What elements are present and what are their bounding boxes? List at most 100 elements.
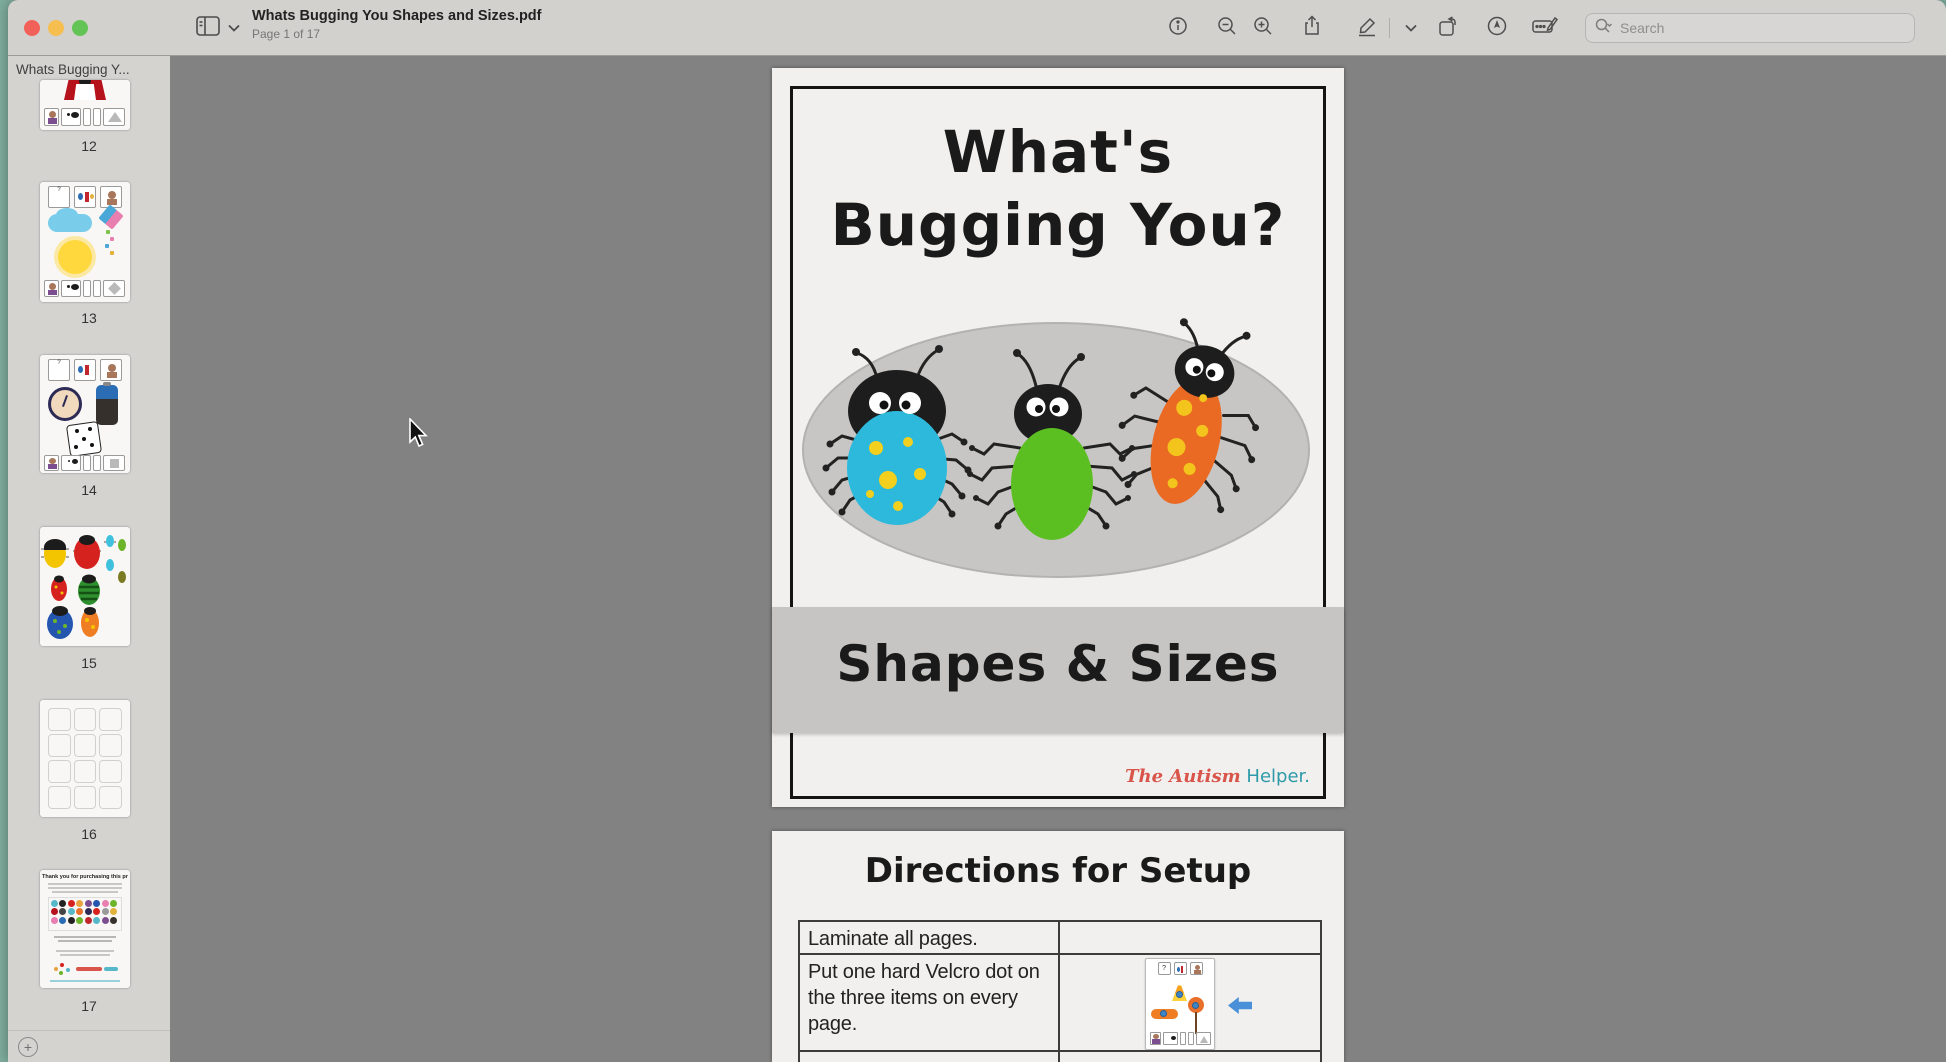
share-button[interactable]	[1295, 13, 1329, 43]
table-cell-illustration	[1058, 1052, 1320, 1062]
icon-card-a-small-bug	[61, 455, 81, 471]
cover-title-line2: Bugging You?	[772, 189, 1344, 262]
preview-window: Whats Bugging You Shapes and Sizes.pdf P…	[8, 0, 1946, 1062]
icon-card-a-big-bug	[1163, 1032, 1178, 1045]
text-line	[54, 936, 116, 938]
icon-card-triangle	[103, 108, 125, 126]
markup-button[interactable]	[1480, 13, 1514, 43]
add-page-button[interactable]: +	[18, 1037, 38, 1057]
zoom-out-button[interactable]	[1210, 13, 1244, 43]
document-title-block: Whats Bugging You Shapes and Sizes.pdf P…	[252, 8, 812, 41]
table-cell-illustration	[1058, 922, 1320, 953]
text-line	[56, 950, 114, 952]
fullscreen-button[interactable]	[72, 20, 88, 36]
icon-card-diamond	[103, 280, 125, 297]
rotate-button[interactable]	[1431, 13, 1465, 43]
kite-tail-dot	[110, 237, 114, 241]
zoom-in-button[interactable]	[1246, 13, 1280, 43]
icon-card-you	[1190, 962, 1203, 975]
text-line	[58, 940, 112, 942]
icon-card-bugging	[74, 186, 96, 208]
icon-card-whats: ?	[48, 359, 70, 381]
battery-tip	[103, 382, 111, 386]
info-button[interactable]	[1161, 13, 1195, 43]
instruction-text: Put one hard Velcro dot on	[808, 959, 1050, 985]
velcro-dot	[1176, 991, 1183, 998]
titlebar: Whats Bugging You Shapes and Sizes.pdf P…	[8, 0, 1946, 56]
directions-table: Laminate all pages. Put one hard Velcro …	[798, 920, 1322, 1062]
instruction-text: the three items on every	[808, 985, 1050, 1011]
table-row: Put one hard Velcro dot on the three ite…	[800, 955, 1320, 1052]
bugs-illustration	[792, 308, 1324, 608]
page-thumbnail-12[interactable]	[40, 80, 130, 130]
text-line	[48, 887, 122, 889]
blank-card-grid	[48, 708, 122, 809]
cover-title-line1: What's	[772, 116, 1344, 189]
icon-card-the	[1188, 1032, 1194, 1045]
thumbnail-label-16: 16	[8, 826, 170, 842]
dice-pip	[74, 445, 78, 449]
icon-card-on	[83, 280, 91, 297]
logo-text-autism: The Autism	[1125, 766, 1241, 787]
table-cell-instruction	[800, 1052, 1058, 1062]
page-thumbnail-17[interactable]: Thank you for purchasing this product!	[40, 870, 130, 988]
mini-logo-text	[76, 967, 102, 971]
page-thumbnail-16[interactable]	[40, 700, 130, 817]
pdf-page-2[interactable]: Directions for Setup Laminate all pages.…	[772, 831, 1344, 1062]
table-cell-illustration: ?	[1058, 955, 1320, 1050]
banner-title: Shapes & Sizes	[772, 635, 1344, 693]
sun-shape	[58, 240, 92, 274]
icon-card-whats: ?	[1158, 962, 1171, 975]
text-line	[52, 891, 118, 893]
sidebar-footer-separator	[8, 1030, 170, 1031]
icon-card-oh-no	[44, 280, 59, 297]
table-cell-instruction: Laminate all pages.	[800, 922, 1058, 953]
worksheet-example-thumbnail: ?	[1145, 958, 1215, 1050]
green-bug-body	[1011, 428, 1093, 540]
cover-title: What's Bugging You?	[772, 116, 1344, 262]
bag-cutout	[74, 84, 96, 100]
icon-card-the	[93, 455, 101, 471]
sidebar-icon	[196, 16, 220, 41]
zoom-in-icon	[1253, 16, 1273, 41]
form-fill-icon	[1532, 15, 1558, 42]
kite-tail-dot	[105, 244, 109, 248]
thumb17-title: Thank you for purchasing this product!	[42, 874, 128, 880]
text-line	[50, 980, 120, 982]
velcro-dot	[1192, 1002, 1199, 1009]
search-field[interactable]	[1585, 13, 1915, 43]
highlight-button[interactable]	[1350, 13, 1384, 43]
instruction-text: page.	[808, 1011, 1050, 1037]
thumbnail-label-17: 17	[8, 998, 170, 1014]
page-indicator: Page 1 of 17	[252, 27, 812, 41]
icon-card-oh-no	[1150, 1032, 1161, 1045]
kite-tail-dot	[110, 251, 114, 255]
page-thumbnail-14[interactable]: ?	[40, 355, 130, 473]
page-thumbnail-13[interactable]: ?	[40, 182, 130, 302]
instruction-text: Laminate all pages.	[808, 926, 1050, 952]
sidebar-document-name: Whats Bugging Y...	[16, 62, 164, 77]
table-cell-instruction: Put one hard Velcro dot on the three ite…	[800, 955, 1058, 1050]
document-view[interactable]: What's Bugging You?	[170, 56, 1946, 1062]
search-input[interactable]	[1620, 20, 1880, 36]
form-fill-button[interactable]	[1528, 13, 1562, 43]
search-icon	[1595, 18, 1613, 39]
close-button[interactable]	[24, 20, 40, 36]
icon-card-oh-no	[44, 108, 59, 126]
dice-pip	[88, 427, 92, 431]
icon-card-bugging	[74, 359, 96, 381]
left-arrow-icon	[1228, 997, 1252, 1014]
sidebar-toggle-button[interactable]	[196, 13, 254, 43]
icon-card-whats: ?	[48, 186, 70, 208]
minimize-button[interactable]	[48, 20, 64, 36]
pdf-page-1[interactable]: What's Bugging You?	[772, 68, 1344, 807]
page-thumbnail-15[interactable]	[40, 527, 130, 646]
zoom-out-icon	[1217, 16, 1237, 41]
thumbnail-label-15: 15	[8, 655, 170, 671]
icon-card-oh-no	[44, 455, 59, 471]
highlight-options-button[interactable]	[1398, 13, 1424, 43]
thumbnail-sidebar: Whats Bugging Y... 12 ?	[8, 56, 170, 1062]
kite-tail-dot	[106, 230, 110, 234]
icon-card-square	[103, 455, 125, 471]
chevron-down-icon	[228, 19, 240, 37]
